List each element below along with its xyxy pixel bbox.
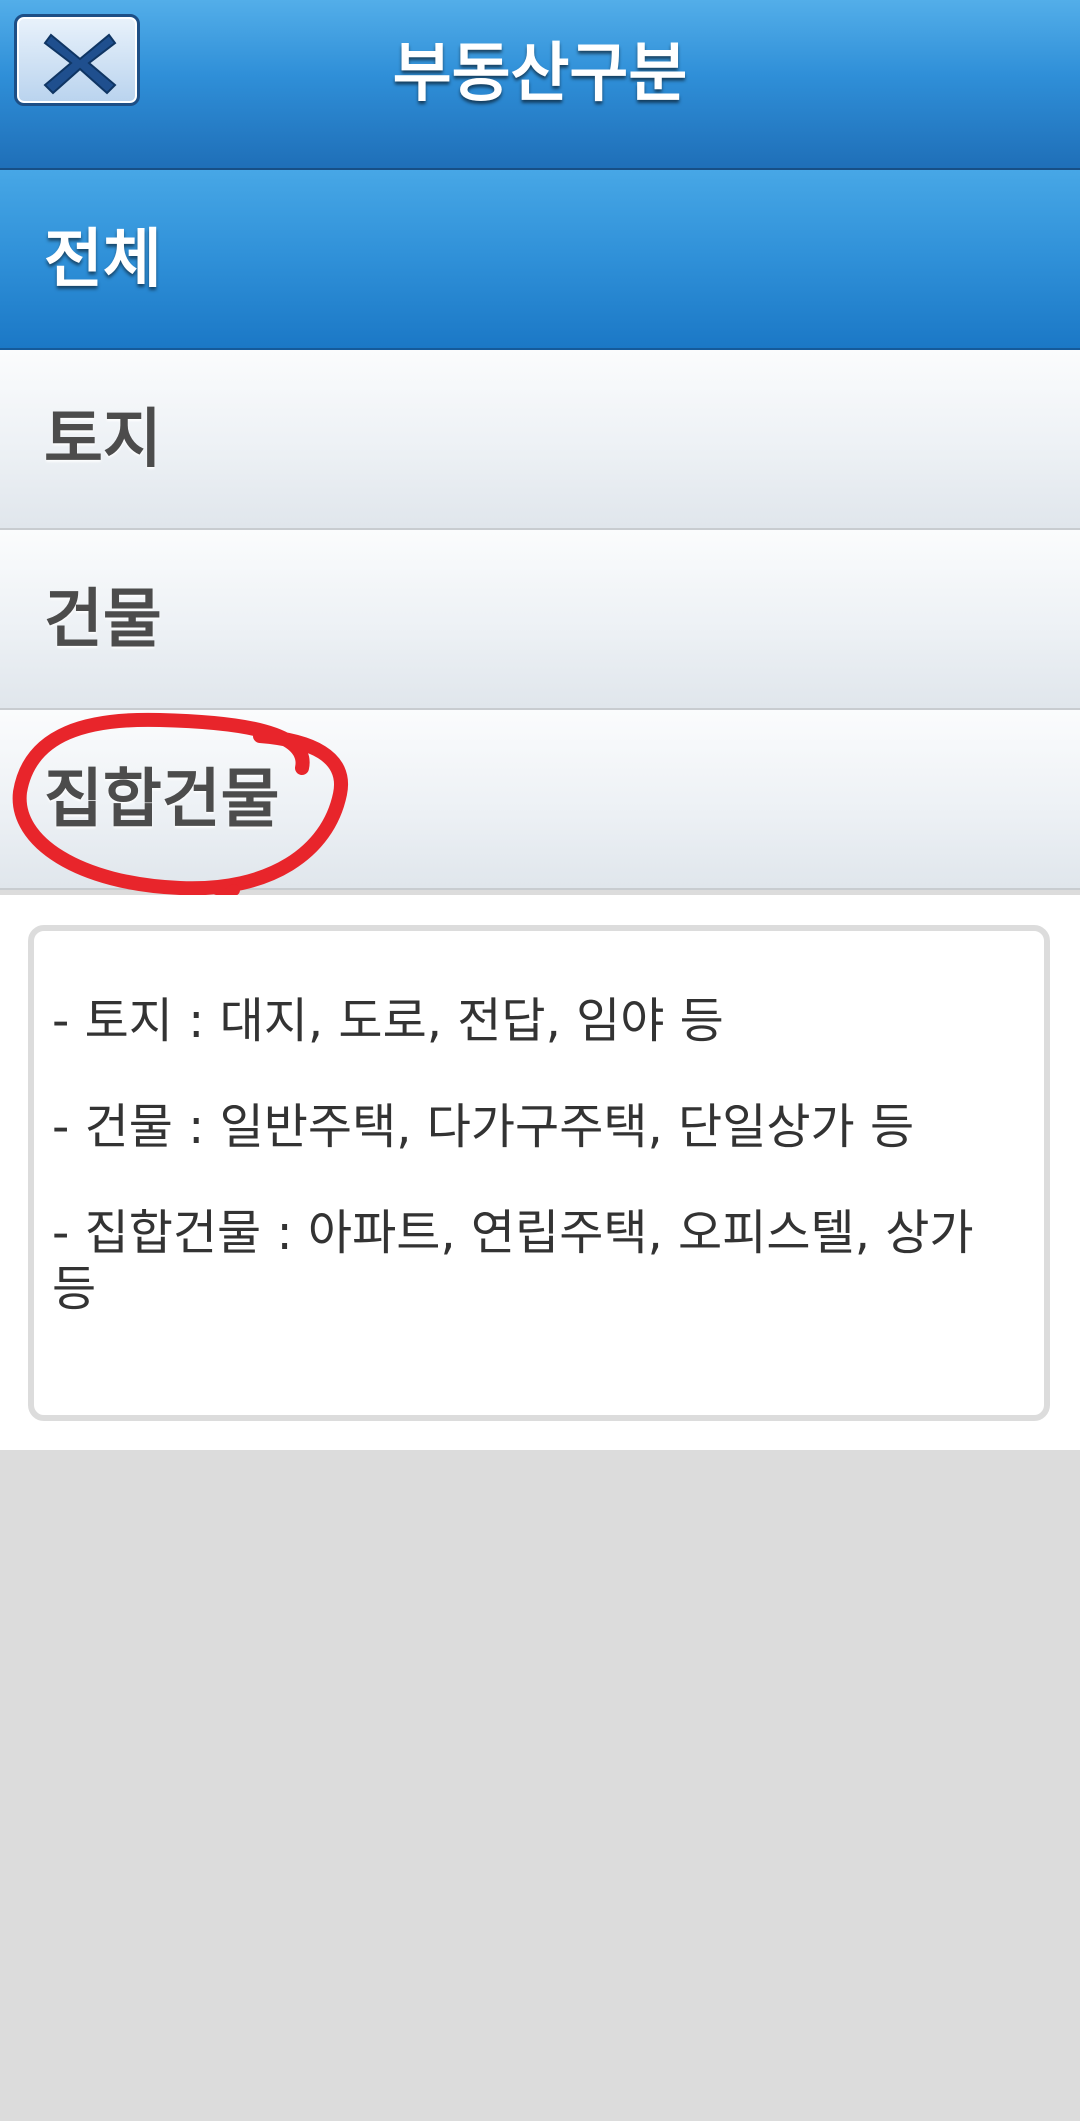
list-item-aggregate-building[interactable]: 집합건물 — [0, 710, 1080, 890]
list-item-label: 건물 — [44, 583, 162, 657]
list-item-land[interactable]: 토지 — [0, 350, 1080, 530]
info-box: - 토지 : 대지, 도로, 전답, 임야 등 - 건물 : 일반주택, 다가구… — [28, 925, 1050, 1421]
list-item-label: 집합건물 — [44, 763, 280, 837]
title-bar: 부동산구분 — [0, 0, 1080, 170]
info-line-aggregate-building: - 집합건물 : 아파트, 연립주택, 오피스텔, 상가 등 — [52, 1205, 974, 1317]
category-list: 전체 토지 건물 집합건물 — [0, 170, 1080, 890]
info-panel: - 토지 : 대지, 도로, 전답, 임야 등 - 건물 : 일반주택, 다가구… — [0, 895, 1080, 1450]
list-item-label: 전체 — [44, 223, 162, 297]
screen: 부동산구분 전체 토지 건물 집합건물 - 토지 : 대지, 도로, 전답, 임… — [0, 0, 1080, 2121]
list-item-label: 토지 — [44, 403, 162, 477]
list-item-all[interactable]: 전체 — [0, 170, 1080, 350]
list-item-building[interactable]: 건물 — [0, 530, 1080, 710]
page-title: 부동산구분 — [392, 37, 688, 111]
info-line-building: - 건물 : 일반주택, 다가구주택, 단일상가 등 — [52, 1099, 915, 1155]
info-line-land: - 토지 : 대지, 도로, 전답, 임야 등 — [52, 993, 724, 1049]
